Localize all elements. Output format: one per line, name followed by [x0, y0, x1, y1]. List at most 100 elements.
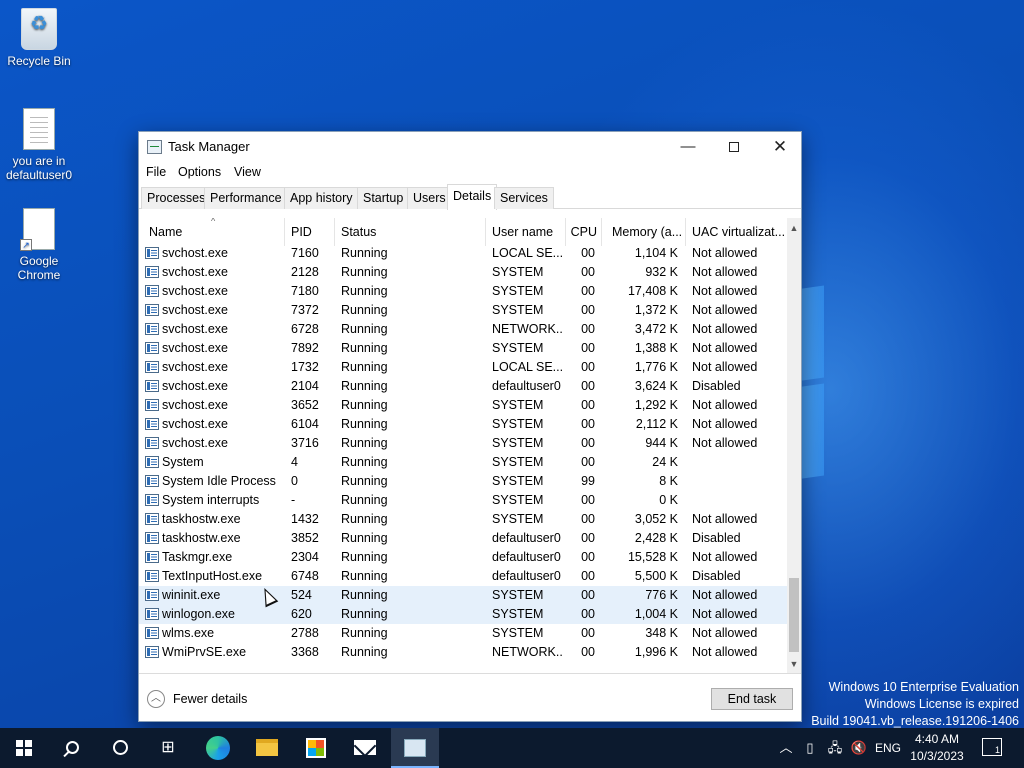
table-row[interactable]: winlogon.exe 620 Running SYSTEM 00 1,004 K Not…	[139, 605, 787, 624]
taskbar-store[interactable]	[292, 728, 340, 768]
task-view-button[interactable]: ⊞	[144, 728, 192, 768]
cell-status: Running	[341, 569, 388, 583]
column-header-uac-virtualization[interactable]: UAC virtualizat...	[686, 218, 787, 246]
table-row[interactable]: wininit.exe 524 Running SYSTEM 00 776 K Not al…	[139, 586, 787, 605]
cell-uac: Not allowed	[692, 645, 758, 659]
taskbar-file-explorer[interactable]	[243, 728, 291, 768]
cell-status: Running	[341, 265, 388, 279]
table-row[interactable]: taskhostw.exe 1432 Running SYSTEM 00 3,052 K N…	[139, 510, 787, 529]
volume-muted-icon[interactable]: 🔇	[848, 728, 870, 768]
table-row[interactable]: svchost.exe 3716 Running SYSTEM 00 944 K Not a…	[139, 434, 787, 453]
table-row[interactable]: System interrupts - Running SYSTEM 00 0 K	[139, 491, 787, 510]
close-button[interactable]: ✕	[757, 132, 803, 162]
taskbar-task-manager[interactable]	[391, 728, 439, 768]
cell-cpu: 00	[581, 341, 595, 355]
tab-app-history[interactable]: App history	[284, 187, 359, 209]
desktop-icon-google-chrome[interactable]: ↗ Google Chrome	[1, 208, 77, 282]
tab-services[interactable]: Services	[494, 187, 554, 209]
column-header-cpu[interactable]: CPU	[566, 218, 602, 246]
table-row[interactable]: svchost.exe 6104 Running SYSTEM 00 2,112 K Not…	[139, 415, 787, 434]
cell-pid: 1432	[291, 512, 319, 526]
license-watermark: Windows 10 Enterprise Evaluation Windows…	[811, 679, 1019, 730]
cell-pid: 7892	[291, 341, 319, 355]
table-row[interactable]: svchost.exe 1732 Running LOCAL SE... 00 1,776…	[139, 358, 787, 377]
tab-details[interactable]: Details	[447, 184, 498, 210]
scrollbar-thumb[interactable]	[789, 578, 799, 652]
menu-view[interactable]: View	[234, 165, 261, 179]
cell-user: SYSTEM	[492, 607, 544, 621]
cell-status: Running	[341, 626, 388, 640]
table-row[interactable]: svchost.exe 2128 Running SYSTEM 00 932 K Not a…	[139, 263, 787, 282]
process-icon	[145, 437, 159, 449]
table-row[interactable]: Taskmgr.exe 2304 Running defaultuser0 00 15,5…	[139, 548, 787, 567]
cell-name: svchost.exe	[162, 246, 229, 260]
minimize-button[interactable]: —	[665, 132, 711, 162]
desktop-icon-text-file[interactable]: you are in defaultuser0	[1, 108, 77, 182]
column-headers: ^ Name PID Status User name CPU Memory (…	[139, 218, 787, 246]
cell-name: System interrupts	[162, 493, 260, 507]
maximize-button[interactable]	[711, 132, 757, 162]
start-button[interactable]	[0, 728, 48, 768]
tab-performance[interactable]: Performance	[204, 187, 288, 209]
edge-icon	[206, 735, 230, 760]
table-row[interactable]: WmiPrvSE.exe 3368 Running NETWORK... 00 1,996…	[139, 643, 787, 662]
process-icon	[145, 399, 159, 411]
menu-options[interactable]: Options	[178, 165, 221, 179]
table-row[interactable]: svchost.exe 7892 Running SYSTEM 00 1,388 K Not…	[139, 339, 787, 358]
cell-pid: 2788	[291, 626, 319, 640]
table-row[interactable]: svchost.exe 7180 Running SYSTEM 00 17,408 K No…	[139, 282, 787, 301]
shortcut-document-icon: ↗	[20, 208, 55, 251]
chevron-up-circle-icon[interactable]: ︿	[147, 690, 165, 708]
cell-status: Running	[341, 398, 388, 412]
cell-pid: 524	[291, 588, 312, 602]
vertical-scrollbar[interactable]: ▲ ▼	[787, 218, 801, 673]
table-row[interactable]: svchost.exe 2104 Running defaultuser0 00 3,62…	[139, 377, 787, 396]
column-header-name[interactable]: ^ Name	[143, 218, 285, 246]
cell-user: defaultuser0	[492, 379, 561, 393]
cortana-button[interactable]	[96, 728, 144, 768]
cell-name: svchost.exe	[162, 341, 229, 355]
table-row[interactable]: System Idle Process 0 Running SYSTEM 99 8 K	[139, 472, 787, 491]
column-header-status[interactable]: Status	[335, 218, 486, 246]
cell-user: SYSTEM	[492, 398, 544, 412]
taskbar-mail[interactable]	[341, 728, 389, 768]
cell-mem: 3,472 K	[634, 322, 678, 336]
tab-startup[interactable]: Startup	[357, 187, 410, 209]
tab-processes[interactable]: Processes	[141, 187, 212, 209]
network-icon[interactable]: 🖧	[824, 728, 846, 768]
process-icon	[145, 418, 159, 430]
clock[interactable]: 4:40 AM 10/3/2023	[906, 731, 968, 765]
table-row[interactable]: svchost.exe 7372 Running SYSTEM 00 1,372 K Not…	[139, 301, 787, 320]
input-language-indicator[interactable]: ENG	[872, 728, 904, 768]
taskbar-edge[interactable]	[194, 728, 242, 768]
cell-pid: 7160	[291, 246, 319, 260]
column-header-pid[interactable]: PID	[285, 218, 335, 246]
show-hidden-icons-button[interactable]: ︿	[776, 728, 796, 768]
tab-users[interactable]: Users	[407, 187, 452, 209]
table-row[interactable]: svchost.exe 7160 Running LOCAL SE... 00 1,104…	[139, 244, 787, 263]
table-row[interactable]: svchost.exe 6728 Running NETWORK... 00 3,472 …	[139, 320, 787, 339]
tablet-icon[interactable]: ▯	[800, 728, 820, 768]
title-bar[interactable]: Task Manager — ✕	[139, 132, 801, 162]
process-icon	[145, 589, 159, 601]
cell-cpu: 00	[581, 569, 595, 583]
cell-status: Running	[341, 417, 388, 431]
cell-mem: 24 K	[652, 455, 678, 469]
fewer-details-link[interactable]: Fewer details	[173, 692, 247, 706]
scroll-down-arrow-icon[interactable]: ▼	[787, 656, 801, 672]
desktop-icon-recycle-bin[interactable]: Recycle Bin	[1, 8, 77, 68]
column-header-user-name[interactable]: User name	[486, 218, 566, 246]
table-row[interactable]: TextInputHost.exe 6748 Running defaultuser0…	[139, 567, 787, 586]
search-button[interactable]	[48, 728, 96, 768]
table-row[interactable]: wlms.exe 2788 Running SYSTEM 00 348 K Not allo…	[139, 624, 787, 643]
cell-status: Running	[341, 607, 388, 621]
scroll-up-arrow-icon[interactable]: ▲	[787, 220, 801, 236]
notification-center-icon[interactable]: 1	[982, 738, 1002, 756]
column-header-memory[interactable]: Memory (a...	[606, 218, 686, 246]
cell-uac: Not allowed	[692, 360, 758, 374]
table-row[interactable]: taskhostw.exe 3852 Running defaultuser0 00 2,…	[139, 529, 787, 548]
menu-file[interactable]: File	[146, 165, 166, 179]
table-row[interactable]: System 4 Running SYSTEM 00 24 K	[139, 453, 787, 472]
end-task-button[interactable]: End task	[711, 688, 793, 710]
table-row[interactable]: svchost.exe 3652 Running SYSTEM 00 1,292 K Not…	[139, 396, 787, 415]
